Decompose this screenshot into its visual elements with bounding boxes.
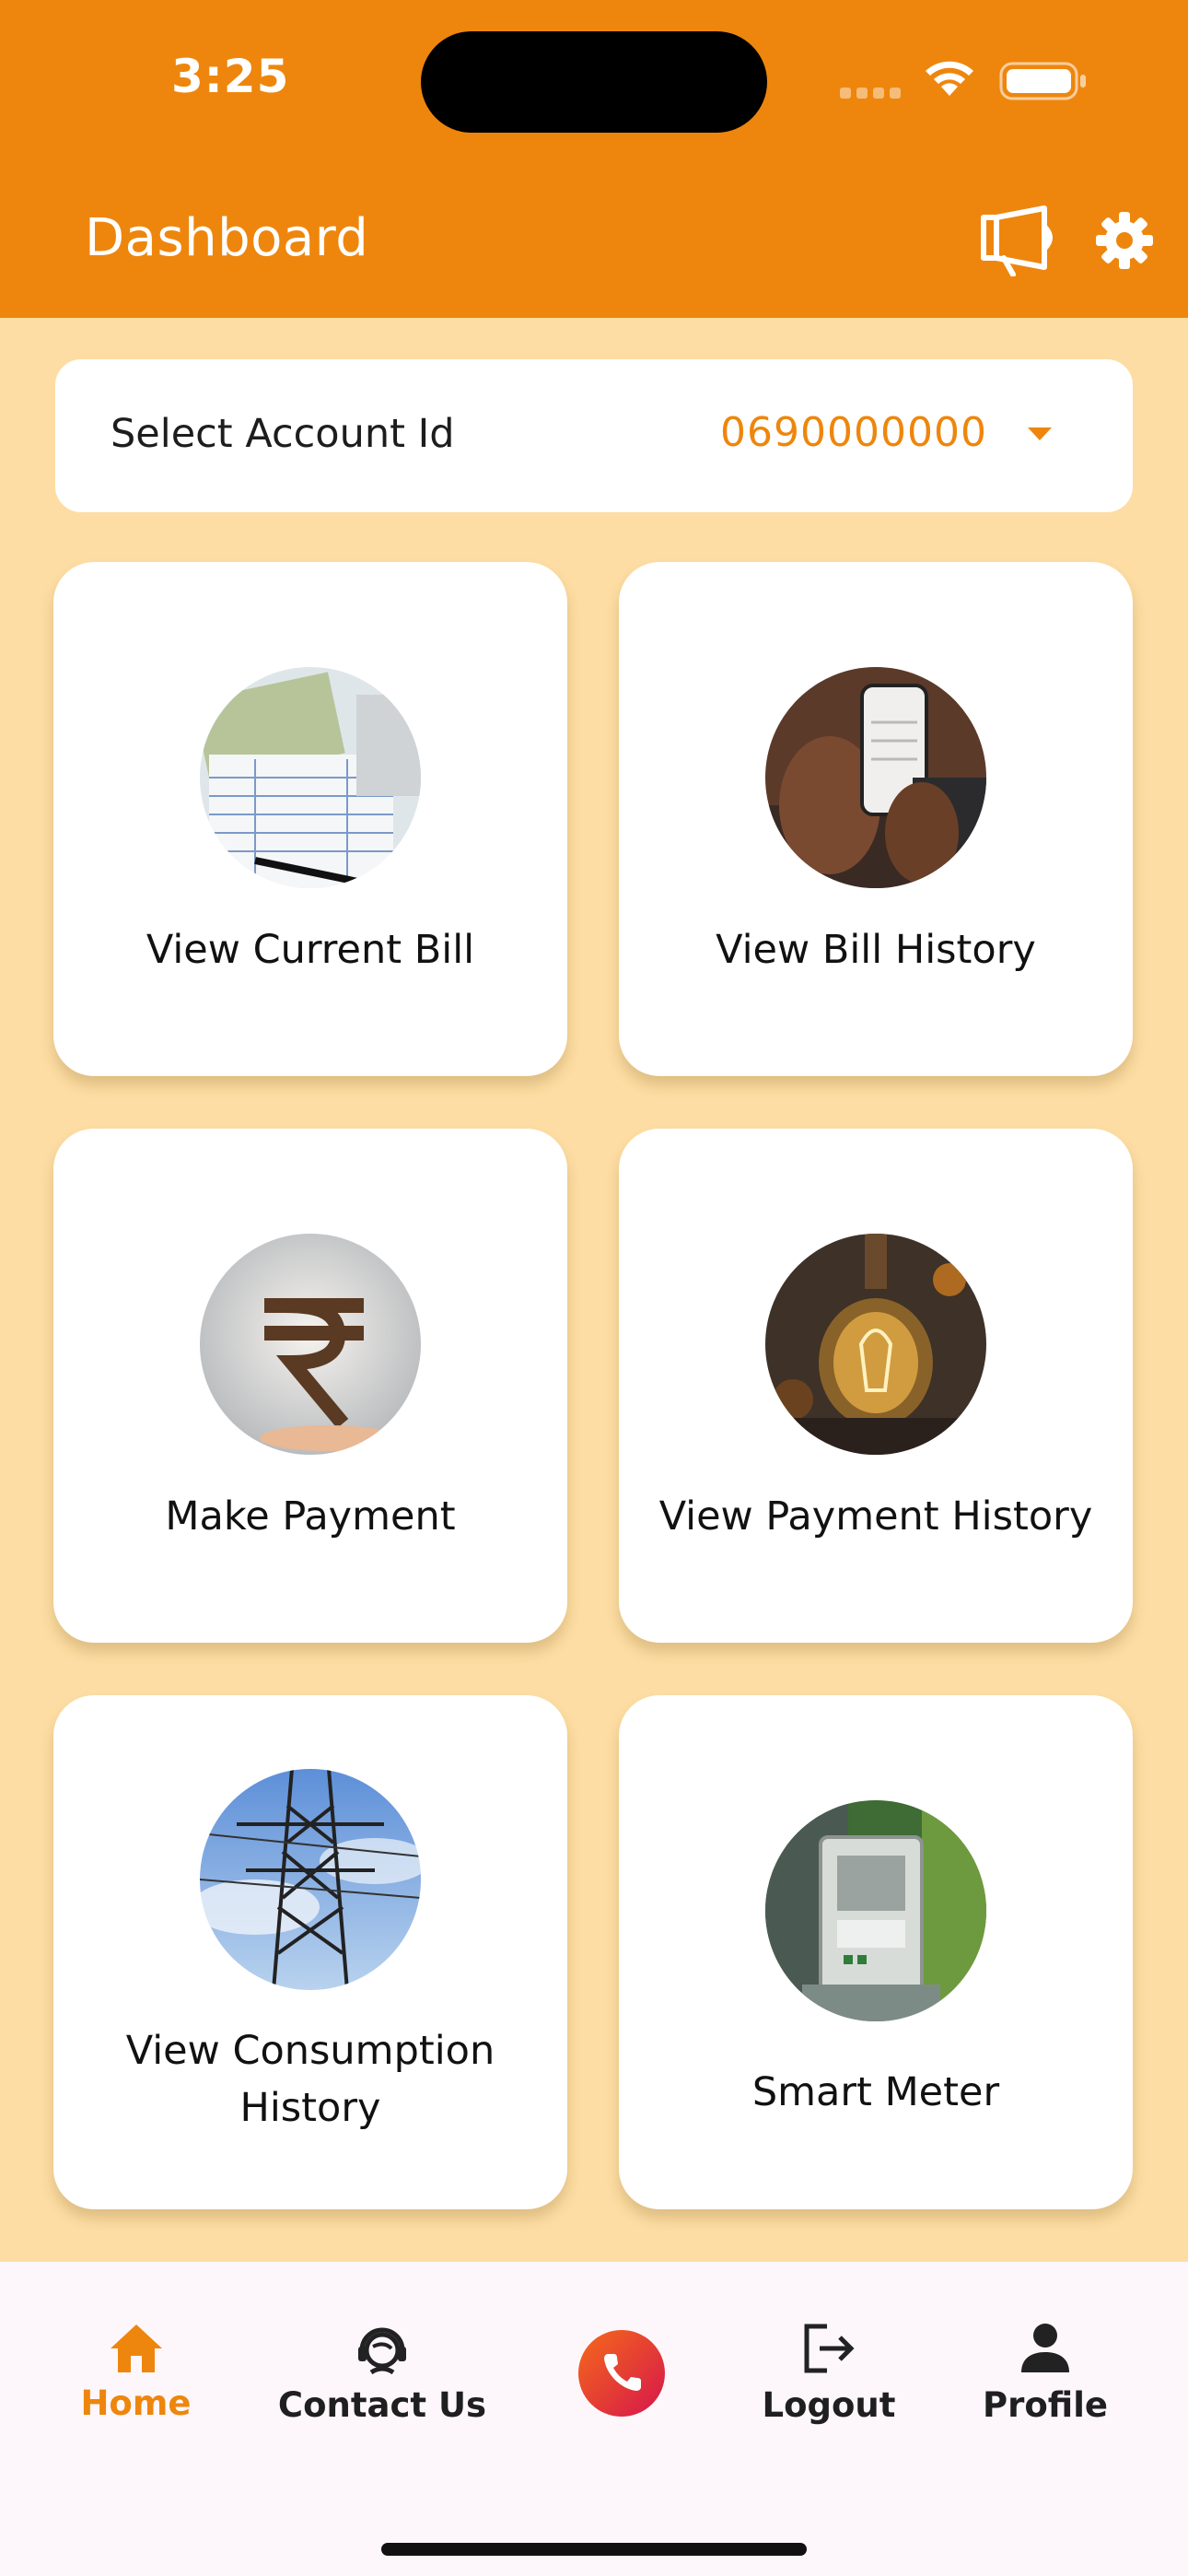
home-icon xyxy=(110,2324,162,2372)
logout-icon xyxy=(804,2324,855,2373)
make-payment-tile[interactable]: Make Payment xyxy=(53,1129,567,1643)
view-bill-history-tile[interactable]: View Bill History xyxy=(619,562,1133,1076)
light-bulb-image xyxy=(765,1234,986,1455)
smart-meter-tile[interactable]: Smart Meter xyxy=(619,1695,1133,2209)
status-time: 3:25 xyxy=(171,50,290,103)
nav-call-button[interactable] xyxy=(578,2330,665,2417)
tile-label: View Consumption History xyxy=(125,2028,495,2131)
announcements-button[interactable] xyxy=(976,205,1057,277)
nav-logout[interactable]: Logout xyxy=(755,2321,903,2425)
bill-papers-image xyxy=(200,667,421,888)
page-title: Dashboard xyxy=(85,208,369,268)
bottom-navigation: Home Contact Us Logout Profile xyxy=(0,2262,1188,2576)
nav-label: Home xyxy=(80,2383,192,2423)
wifi-icon xyxy=(926,61,973,96)
dropdown-caret-icon[interactable] xyxy=(1026,426,1054,442)
nav-label: Profile xyxy=(983,2385,1108,2425)
dynamic-island xyxy=(421,31,767,133)
support-agent-icon xyxy=(358,2327,406,2375)
account-id-value[interactable]: 0690000000 xyxy=(720,409,987,456)
tile-label: View Current Bill xyxy=(146,927,475,973)
nav-home[interactable]: Home xyxy=(74,2321,198,2423)
gear-icon xyxy=(1096,212,1153,269)
settings-button[interactable] xyxy=(1094,210,1155,271)
rupee-symbol-image xyxy=(200,1234,421,1455)
nav-contact-us[interactable]: Contact Us xyxy=(276,2321,488,2425)
nav-label: Logout xyxy=(762,2385,896,2425)
battery-icon xyxy=(999,62,1086,100)
tile-label: View Bill History xyxy=(716,927,1036,973)
cellular-signal-icon xyxy=(840,85,906,102)
nav-profile[interactable]: Profile xyxy=(976,2321,1114,2425)
power-tower-image xyxy=(200,1769,421,1990)
view-current-bill-tile[interactable]: View Current Bill xyxy=(53,562,567,1076)
phone-call-icon xyxy=(604,2354,641,2391)
account-id-select[interactable]: Select Account Id 0690000000 xyxy=(55,359,1133,512)
person-icon xyxy=(1021,2324,1069,2372)
phone-in-hand-image xyxy=(765,667,986,888)
megaphone-icon xyxy=(981,205,1053,277)
tile-label: View Payment History xyxy=(658,1493,1093,1540)
tile-label: Make Payment xyxy=(165,1493,456,1540)
home-indicator[interactable] xyxy=(381,2543,807,2556)
view-payment-history-tile[interactable]: View Payment History xyxy=(619,1129,1133,1643)
account-id-label: Select Account Id xyxy=(111,411,455,457)
nav-label: Contact Us xyxy=(277,2385,487,2425)
tile-label: Smart Meter xyxy=(751,2069,1000,2115)
electric-meter-image xyxy=(765,1800,986,2021)
view-consumption-history-tile[interactable]: View Consumption History xyxy=(53,1695,567,2209)
app-header: 3:25 Dashboard xyxy=(0,0,1188,318)
